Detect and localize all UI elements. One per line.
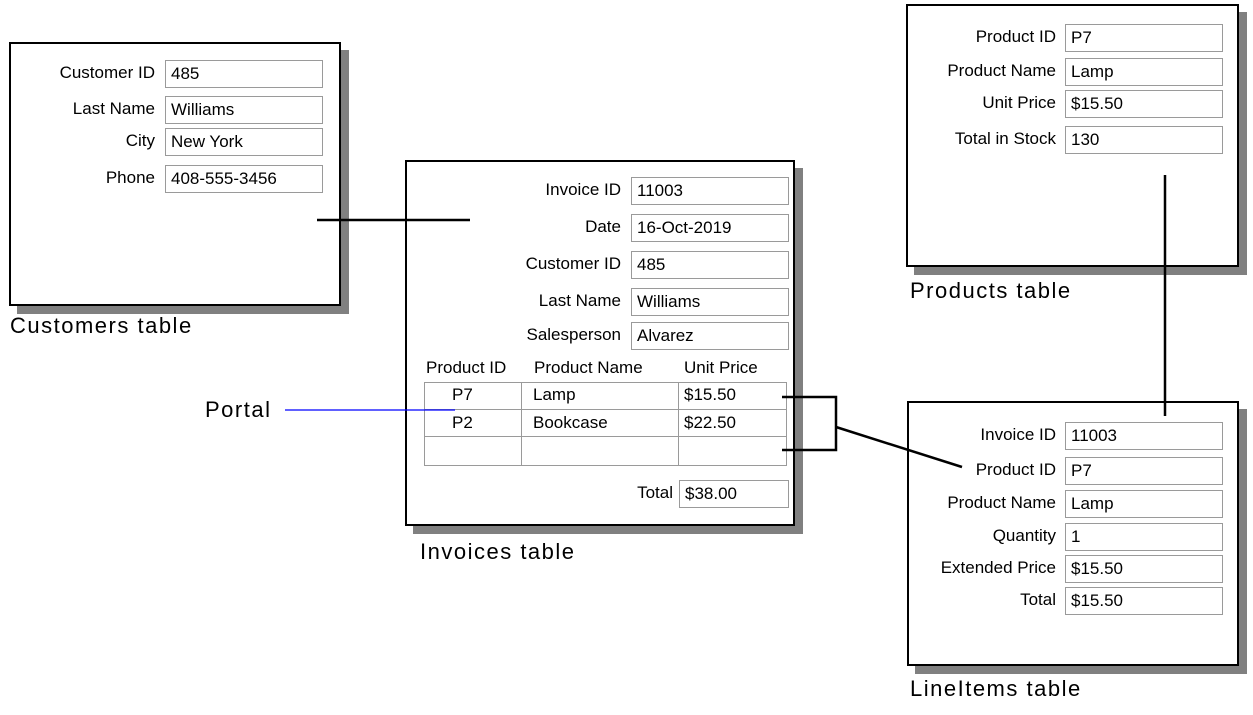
portal-lineitems-link [835, 425, 963, 469]
connectors [285, 175, 1167, 469]
portal-bracket [782, 395, 838, 452]
